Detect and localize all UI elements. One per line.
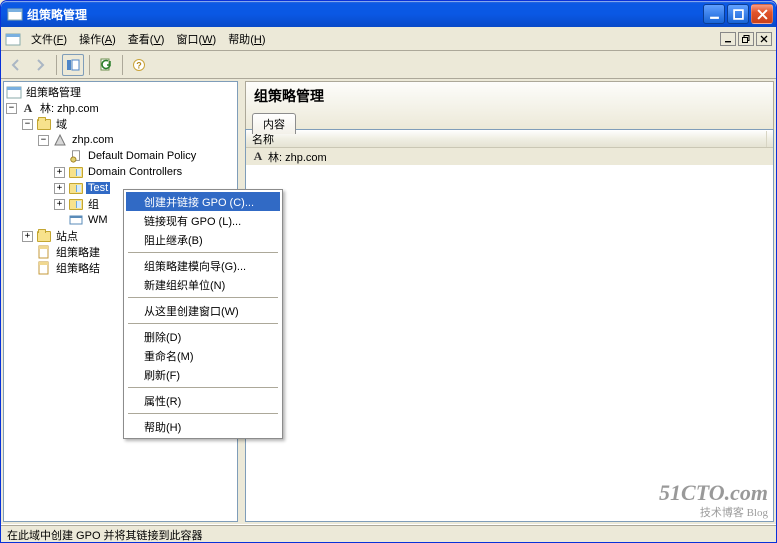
context-menu-item[interactable]: 链接现有 GPO (L)... bbox=[126, 211, 280, 230]
svg-text:?: ? bbox=[136, 60, 142, 70]
context-menu: 创建并链接 GPO (C)...链接现有 GPO (L)...阻止继承(B) 组策… bbox=[123, 189, 283, 439]
menu-separator bbox=[128, 297, 278, 298]
report-icon bbox=[36, 244, 52, 260]
toggle-icon[interactable]: + bbox=[22, 231, 33, 242]
gpo-link-icon bbox=[68, 148, 84, 164]
tree-forest[interactable]: − A 林: zhp.com bbox=[6, 100, 237, 116]
ou-icon bbox=[68, 164, 84, 180]
report-icon bbox=[36, 260, 52, 276]
context-menu-item[interactable]: 从这里创建窗口(W) bbox=[126, 301, 280, 320]
context-menu-item[interactable]: 新建组织单位(N) bbox=[126, 275, 280, 294]
toggle-icon[interactable]: + bbox=[54, 199, 65, 210]
mdi-restore-button[interactable] bbox=[738, 32, 754, 46]
menu-bar: 文件(F) 操作(A) 查看(V) 窗口(W) 帮助(H) bbox=[1, 27, 776, 51]
app-icon bbox=[7, 6, 23, 22]
context-menu-item[interactable]: 刷新(F) bbox=[126, 365, 280, 384]
context-menu-item[interactable]: 阻止继承(B) bbox=[126, 230, 280, 249]
details-heading: 组策略管理 bbox=[246, 82, 773, 110]
mmc-root-icon bbox=[6, 84, 22, 100]
column-header[interactable]: 名称 bbox=[246, 130, 773, 148]
context-menu-item[interactable]: 组策略建模向导(G)... bbox=[126, 256, 280, 275]
list-item[interactable]: A 林: zhp.com bbox=[246, 148, 773, 165]
tree-selected-label: Test bbox=[86, 182, 110, 194]
menu-view[interactable]: 查看(V) bbox=[122, 29, 171, 49]
menu-window[interactable]: 窗口(W) bbox=[170, 29, 222, 49]
toggle-icon[interactable]: − bbox=[38, 135, 49, 146]
minimize-button[interactable] bbox=[703, 4, 725, 24]
status-text: 在此域中创建 GPO 并将其链接到此容器 bbox=[7, 527, 203, 543]
mdi-close-button[interactable] bbox=[756, 32, 772, 46]
ou-icon bbox=[68, 196, 84, 212]
context-menu-item[interactable]: 属性(R) bbox=[126, 391, 280, 410]
wmi-filter-icon bbox=[68, 212, 84, 228]
toggle-icon[interactable]: + bbox=[54, 183, 65, 194]
tree-domain-zhp[interactable]: − zhp.com bbox=[6, 132, 237, 148]
refresh-button[interactable] bbox=[95, 54, 117, 76]
window-title: 组策略管理 bbox=[27, 6, 703, 23]
column-name[interactable]: 名称 bbox=[252, 131, 767, 147]
menu-separator bbox=[128, 413, 278, 414]
tab-contents[interactable]: 内容 bbox=[252, 113, 296, 134]
domain-icon bbox=[52, 132, 68, 148]
tree-root[interactable]: 组策略管理 bbox=[6, 84, 237, 100]
help-button[interactable]: ? bbox=[128, 54, 150, 76]
context-menu-item[interactable]: 帮助(H) bbox=[126, 417, 280, 436]
forest-icon: A bbox=[250, 149, 266, 165]
show-hide-tree-button[interactable] bbox=[62, 54, 84, 76]
mdi-minimize-button[interactable] bbox=[720, 32, 736, 46]
title-bar: 组策略管理 bbox=[1, 1, 776, 27]
tree-domains[interactable]: − 域 bbox=[6, 116, 237, 132]
menu-separator bbox=[128, 323, 278, 324]
menu-separator bbox=[128, 387, 278, 388]
menu-separator bbox=[128, 252, 278, 253]
folder-icon bbox=[36, 228, 52, 244]
folder-icon bbox=[36, 116, 52, 132]
maximize-button[interactable] bbox=[727, 4, 749, 24]
toggle-icon[interactable]: − bbox=[22, 119, 33, 130]
status-bar: 在此域中创建 GPO 并将其链接到此容器 bbox=[1, 524, 776, 543]
forest-icon: A bbox=[20, 100, 36, 116]
context-menu-item[interactable]: 重命名(M) bbox=[126, 346, 280, 365]
menu-action[interactable]: 操作(A) bbox=[73, 29, 122, 49]
nav-back-button bbox=[5, 54, 27, 76]
toolbar: ? bbox=[1, 51, 776, 79]
context-menu-item[interactable]: 删除(D) bbox=[126, 327, 280, 346]
toggle-icon[interactable]: + bbox=[54, 167, 65, 178]
tree-domain-controllers[interactable]: + Domain Controllers bbox=[6, 164, 237, 180]
context-menu-item[interactable]: 创建并链接 GPO (C)... bbox=[126, 192, 280, 211]
menu-file[interactable]: 文件(F) bbox=[25, 29, 73, 49]
toggle-icon[interactable]: − bbox=[6, 103, 17, 114]
ou-icon bbox=[68, 180, 84, 196]
list-item-label: 林: zhp.com bbox=[268, 149, 327, 165]
details-list[interactable]: 名称 A 林: zhp.com bbox=[245, 129, 774, 522]
menu-help[interactable]: 帮助(H) bbox=[222, 29, 271, 49]
tree-default-domain-policy[interactable]: Default Domain Policy bbox=[6, 148, 237, 164]
nav-forward-button bbox=[29, 54, 51, 76]
mdi-doc-icon bbox=[5, 31, 21, 47]
close-button[interactable] bbox=[751, 4, 773, 24]
